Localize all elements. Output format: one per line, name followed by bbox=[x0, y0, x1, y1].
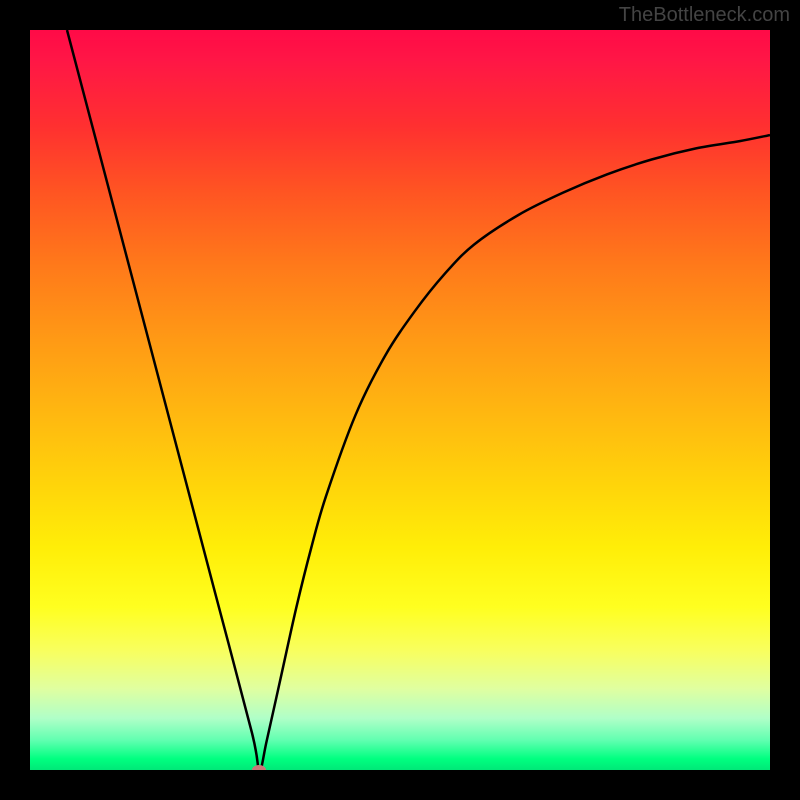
optimal-marker bbox=[252, 765, 266, 770]
bottleneck-curve-path bbox=[67, 30, 770, 770]
curve-svg bbox=[30, 30, 770, 770]
chart-plot-area bbox=[30, 30, 770, 770]
watermark-text: TheBottleneck.com bbox=[619, 4, 790, 27]
